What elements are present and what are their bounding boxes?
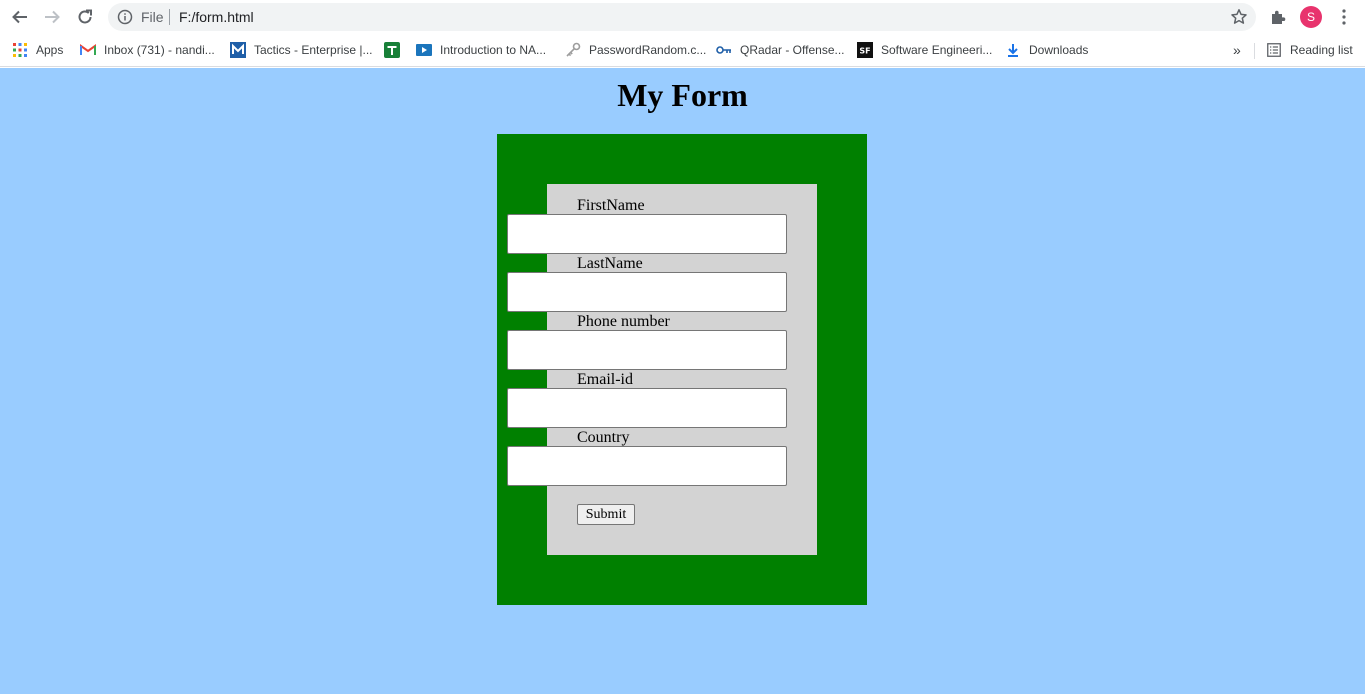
key-icon [565, 42, 581, 58]
profile-avatar[interactable]: S [1300, 6, 1322, 28]
url-text[interactable]: F:/form.html [179, 9, 254, 25]
bookmark-label: PasswordRandom.c... [589, 43, 707, 57]
mitre-icon [230, 42, 246, 58]
reload-icon [78, 9, 92, 24]
form-inner-panel: FirstName LastName Phone number Email-id… [507, 184, 817, 555]
bookmark-apps[interactable]: Apps [12, 41, 63, 59]
bookmark-downloads[interactable]: Downloads [1005, 41, 1088, 59]
bookmark-tactics[interactable]: Tactics - Enterprise |... [230, 41, 372, 59]
reload-button[interactable] [73, 5, 97, 29]
download-icon [1005, 42, 1021, 58]
form-outer-panel: FirstName LastName Phone number Email-id… [497, 134, 867, 605]
gmail-icon [80, 42, 96, 58]
submit-button[interactable]: Submit [577, 504, 635, 525]
bookmark-label: Tactics - Enterprise |... [254, 43, 373, 57]
browser-toolbar: File F:/form.html S [0, 0, 1365, 34]
bookmark-qradar[interactable]: QRadar - Offense... [716, 41, 845, 59]
info-icon[interactable] [117, 9, 133, 25]
bookmark-label: Software Engineeri... [881, 43, 993, 57]
more-vertical-icon [1342, 9, 1346, 25]
bookmarks-divider [1254, 43, 1255, 59]
firstname-label: FirstName [577, 197, 645, 214]
scheme-label: File [141, 9, 164, 25]
forward-button[interactable] [40, 5, 64, 29]
bookmarks-bar: Apps Inbox (731) - nandi... Tactics - En… [0, 34, 1365, 67]
country-label: Country [577, 429, 630, 446]
apps-grid-icon [12, 42, 28, 58]
extensions-button[interactable] [1268, 7, 1288, 27]
lastname-label: LastName [577, 255, 643, 272]
phone-number-label: Phone number [577, 313, 670, 330]
reading-list-icon [1266, 42, 1282, 58]
firstname-input[interactable] [507, 214, 787, 254]
reading-list-label: Reading list [1290, 43, 1353, 57]
country-input[interactable] [507, 446, 787, 486]
bookmarks-overflow-button[interactable]: » [1233, 41, 1241, 59]
bookmark-label: Introduction to NA... [440, 43, 547, 57]
forward-arrow-icon [45, 10, 60, 24]
bookmark-label: Inbox (731) - nandi... [104, 43, 215, 57]
browser-menu-button[interactable] [1334, 7, 1354, 27]
qradar-key-icon [716, 42, 732, 58]
svg-text:SF: SF [859, 47, 870, 56]
address-bar[interactable]: File F:/form.html [108, 3, 1256, 31]
page-body: My Form FirstName LastName Phone number … [0, 68, 1365, 694]
email-id-label: Email-id [577, 371, 633, 388]
lastname-input[interactable] [507, 272, 787, 312]
omnibox-divider [169, 9, 170, 25]
bookmark-label: Apps [36, 43, 64, 57]
page-title: My Form [617, 77, 748, 113]
phone-number-input[interactable] [507, 330, 787, 370]
puzzle-piece-icon [1272, 10, 1286, 24]
bookmark-star-icon[interactable] [1230, 8, 1248, 26]
bookmark-sheets[interactable] [384, 41, 408, 59]
back-button[interactable] [8, 5, 32, 29]
chevron-double-right-icon: » [1233, 42, 1241, 58]
back-arrow-icon [12, 10, 27, 24]
email-id-input[interactable] [507, 388, 787, 428]
sheets-plus-icon [384, 42, 400, 58]
video-play-icon [416, 42, 432, 58]
bookmark-inbox[interactable]: Inbox (731) - nandi... [80, 41, 215, 59]
bookmark-software-engineering[interactable]: SF Software Engineeri... [857, 41, 992, 59]
bookmark-passwordrandom[interactable]: PasswordRandom.c... [565, 41, 706, 59]
bookmark-introduction[interactable]: Introduction to NA... [416, 41, 546, 59]
reading-list-button[interactable]: Reading list [1266, 41, 1353, 59]
bookmark-label: Downloads [1029, 43, 1089, 57]
bookmark-label: QRadar - Offense... [740, 43, 845, 57]
sf-logo-icon: SF [857, 42, 873, 58]
